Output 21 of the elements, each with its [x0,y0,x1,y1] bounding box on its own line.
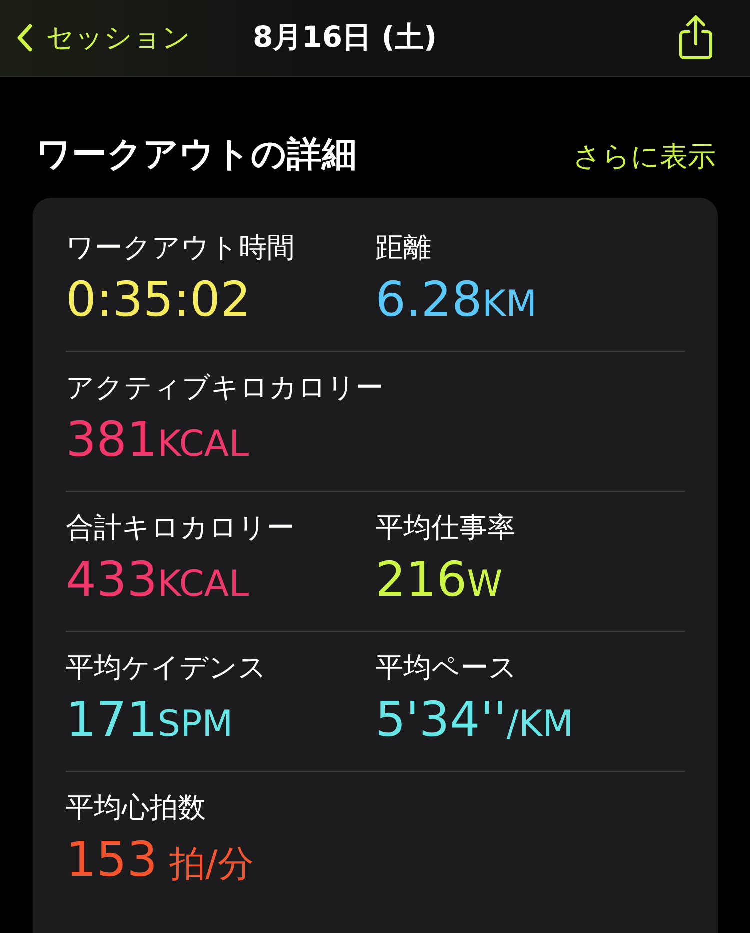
nav-title: 8月16日 (土) [253,19,438,56]
metric-label: ワークアウト時間 [66,230,296,266]
metric-label: 平均心拍数 [66,790,207,826]
section-title: ワークアウトの詳細 [36,134,357,177]
metric-value: 433KCAL [66,551,250,610]
metric-value: 153 拍/分 [66,831,254,890]
metric-label: アクティブキロカロリー [66,370,385,406]
metric-value: 0:35:02 [66,271,252,330]
back-button[interactable]: セッション [16,19,191,57]
metric-value: 171SPM [66,691,234,750]
back-chevron-icon [16,23,34,53]
metric-value: 216W [376,551,503,610]
metric-label: 平均仕事率 [376,510,516,546]
metric-value: 5'34''/KM [376,691,574,750]
metric-label: 平均ケイデンス [66,650,268,686]
metric-label: 合計キロカロリー [66,510,296,546]
metric-label: 距離 [376,230,432,266]
metric-label: 平均ペース [376,650,518,686]
metric-value: 6.28KM [376,271,538,330]
metric-value: 381 KCAL [66,411,250,470]
show-more-link[interactable]: さらに表示 [573,138,716,176]
